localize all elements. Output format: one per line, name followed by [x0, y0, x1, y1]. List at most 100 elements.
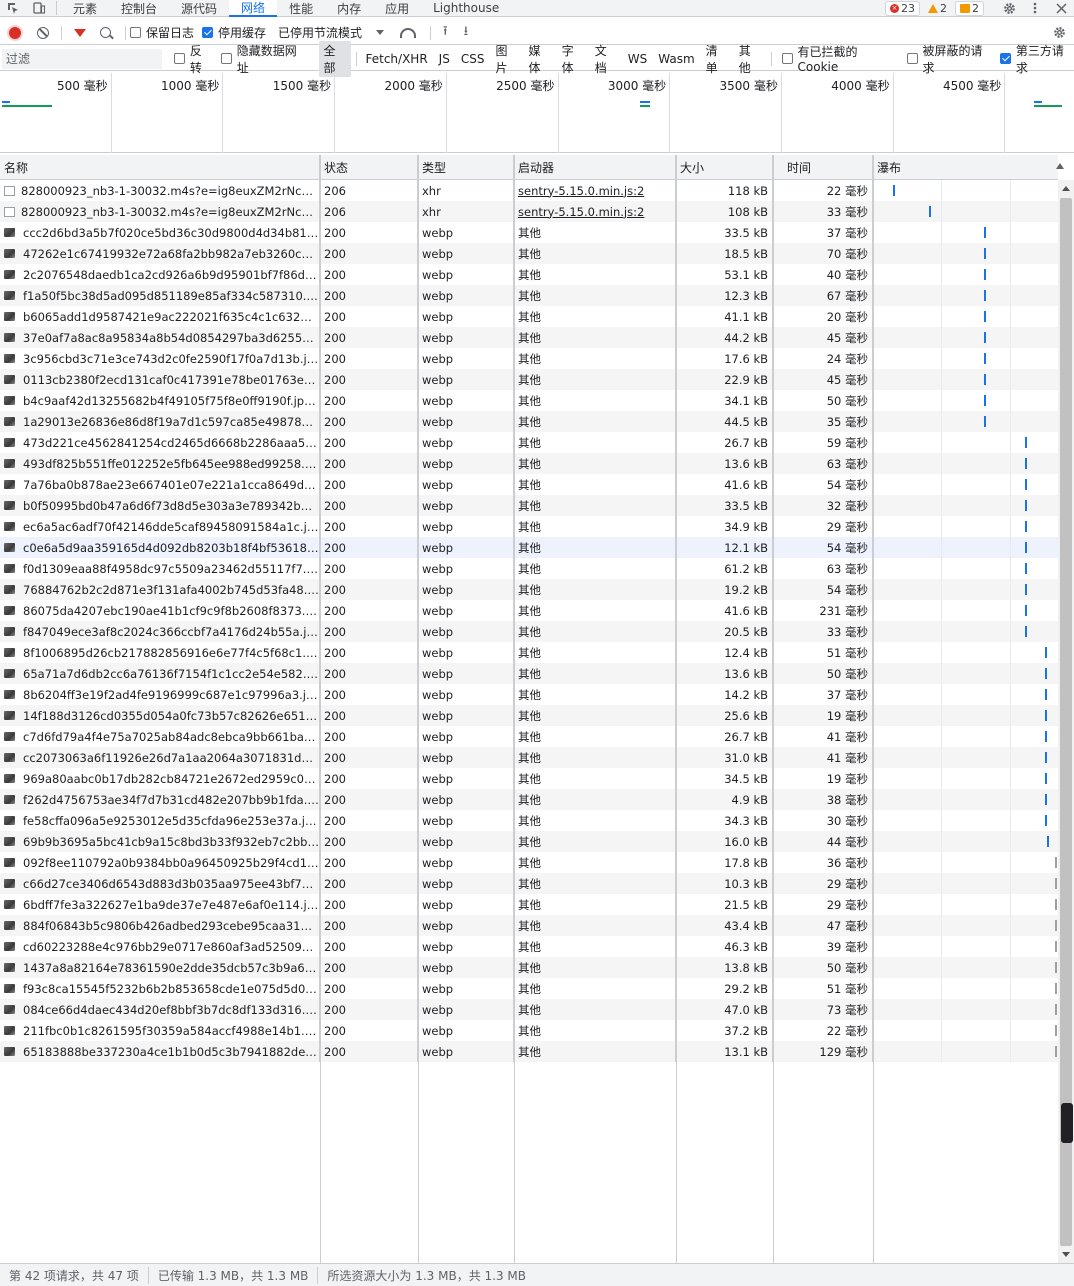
name-cell[interactable]: fe58cffa096a5e9253012e5d35cfda96e253e37a… — [0, 810, 320, 831]
name-cell[interactable]: 1a29013e26836e86d8f19a7d1c597ca85e49878b… — [0, 411, 320, 432]
device-toolbar-icon[interactable] — [26, 0, 52, 17]
table-row[interactable]: 3c956cbd3c71e3ce743d2c0fe2590f17f0a7d13b… — [0, 348, 1058, 369]
table-row[interactable]: f262d4756753ae34f7d7b31cd482e207bb9b1fda… — [0, 789, 1058, 810]
network-conditions-icon[interactable] — [400, 27, 417, 38]
column-header-time[interactable]: 时间 — [773, 155, 873, 180]
search-icon[interactable] — [100, 27, 111, 38]
table-row[interactable]: 2c2076548daedb1ca2cd926a6b9d95901bf7f86d… — [0, 264, 1058, 285]
initiator-cell-text[interactable]: sentry-5.15.0.min.js:2 — [518, 205, 644, 219]
name-cell[interactable]: 211fbc0b1c8261595f30359a584accf4988e14b1… — [0, 1020, 320, 1041]
warning-badge[interactable]: 2 — [924, 1, 951, 16]
filter-icon[interactable] — [74, 28, 86, 37]
name-cell[interactable]: 092f8ee110792a0b9384bb0a96450925b29f4cd1… — [0, 852, 320, 873]
name-cell[interactable]: b4c9aaf42d13255682b4f49105f75f8e0ff9190f… — [0, 390, 320, 411]
checkbox-box[interactable] — [174, 53, 185, 64]
initiator-cell-text[interactable]: sentry-5.15.0.min.js:2 — [518, 184, 644, 198]
more-options-icon[interactable] — [1022, 0, 1048, 17]
type-filter-8[interactable]: WS — [623, 51, 652, 67]
name-cell[interactable]: b6065add1d9587421e9ac222021f635c4c1c6326… — [0, 306, 320, 327]
checkbox-box[interactable] — [906, 53, 918, 64]
name-cell[interactable]: 0113cb2380f2ecd131caf0c417391e78be01763e… — [0, 369, 320, 390]
name-cell[interactable]: 969a80aabc0b17db282cb84721e2672ed2959c0a… — [0, 768, 320, 789]
checkbox-box[interactable] — [130, 27, 141, 38]
name-cell[interactable]: 69b9b3695a5bc41cb9a15c8bd3b33f932eb7c2bb… — [0, 831, 320, 852]
table-row[interactable]: 828000923_nb3-1-30032.m4s?e=ig8euxZM2rNc… — [0, 180, 1058, 201]
name-cell[interactable]: 8f1006895d26cb217882856916e6e77f4c5f68c1… — [0, 642, 320, 663]
type-filter-9[interactable]: Wasm — [653, 51, 699, 67]
table-row[interactable]: 37e0af7a8ac8a95834a8b54d0854297ba3d62555… — [0, 327, 1058, 348]
table-row[interactable]: 1437a8a82164e78361590e2dde35dcb57c3b9a64… — [0, 957, 1058, 978]
drawer-handle[interactable] — [1061, 1103, 1073, 1143]
name-cell[interactable]: ccc2d6bd3a5b7f020ce5bd36c30d9800d4d34b81… — [0, 222, 320, 243]
table-row[interactable]: 084ce66d4daec434d20ef8bbf3b7dc8df133d316… — [0, 999, 1058, 1020]
name-cell[interactable]: 65a71a7d6db2cc6a76136f7154f1c1cc2e54e582… — [0, 663, 320, 684]
blocked-cookies-checkbox[interactable]: 有已拦截的 Cookie — [781, 43, 899, 74]
name-cell[interactable]: 2c2076548daedb1ca2cd926a6b9d95901bf7f86d… — [0, 264, 320, 285]
issues-badge[interactable]: 2 — [955, 0, 984, 16]
type-filter-2[interactable]: JS — [434, 51, 455, 67]
table-row[interactable]: 884f06843b5c9806b426adbed293cebe95caa31b… — [0, 915, 1058, 936]
table-row[interactable]: 0113cb2380f2ecd131caf0c417391e78be01763e… — [0, 369, 1058, 390]
table-row[interactable]: ccc2d6bd3a5b7f020ce5bd36c30d9800d4d34b81… — [0, 222, 1058, 243]
name-cell[interactable]: c66d27ce3406d6543d883d3b035aa975ee43bf77… — [0, 873, 320, 894]
table-row[interactable]: ec6a5ac6adf70f42146dde5caf89458091584a1c… — [0, 516, 1058, 537]
table-row[interactable]: 69b9b3695a5bc41cb9a15c8bd3b33f932eb7c2bb… — [0, 831, 1058, 852]
tab-7[interactable]: Lighthouse — [421, 0, 511, 17]
name-cell[interactable]: 884f06843b5c9806b426adbed293cebe95caa31b… — [0, 915, 320, 936]
table-row[interactable]: 14f188d3126cd0355d054a0fc73b57c82626e651… — [0, 705, 1058, 726]
checkbox-box[interactable] — [221, 53, 232, 64]
name-cell[interactable]: 473d221ce4562841254cd2465d6668b2286aaa5c… — [0, 432, 320, 453]
table-row[interactable]: 86075da4207ebc190ae41b1cf9c9f8b2608f8373… — [0, 600, 1058, 621]
throttling-select[interactable]: 已停用节流模式 — [278, 24, 385, 41]
hide-data-urls-checkbox[interactable]: 隐藏数据网址 — [221, 42, 306, 76]
type-filter-4[interactable]: 图片 — [490, 41, 522, 77]
error-badge[interactable]: × 23 — [885, 0, 920, 16]
clear-icon[interactable] — [37, 26, 49, 39]
sort-ascending-icon[interactable] — [1056, 163, 1064, 169]
name-cell[interactable]: 6bdff7fe3a322627e1ba9de37e7e487e6af0e114… — [0, 894, 320, 915]
table-row[interactable]: fe58cffa096a5e9253012e5d35cfda96e253e37a… — [0, 810, 1058, 831]
tab-0[interactable]: 元素 — [61, 0, 109, 17]
name-cell[interactable]: 65183888be337230a4ce1b1b0d5c3b7941882dee… — [0, 1041, 320, 1062]
blocked-requests-checkbox[interactable]: 被屏蔽的请求 — [906, 42, 992, 76]
name-cell[interactable]: cc2073063a6f11926e26d7a1aa2064a3071831de… — [0, 747, 320, 768]
table-row[interactable]: cd60223288e4c976bb29e0717e860af3ad525090… — [0, 936, 1058, 957]
invert-checkbox[interactable]: 反转 — [174, 42, 213, 76]
table-row[interactable]: f93c8ca15545f5232b6b2b853658cde1e075d5d0… — [0, 978, 1058, 999]
type-filter-11[interactable]: 其他 — [734, 41, 766, 77]
name-cell[interactable]: 14f188d3126cd0355d054a0fc73b57c82626e651… — [0, 705, 320, 726]
close-icon[interactable] — [1048, 0, 1074, 17]
third-party-checkbox[interactable]: 第三方请求 — [1000, 42, 1074, 76]
name-cell[interactable]: c0e6a5d9aa359165d4d092db8203b18f4bf53618… — [0, 537, 320, 558]
name-cell[interactable]: f0d1309eaa88f4958dc97c5509a23462d55117f7… — [0, 558, 320, 579]
tab-1[interactable]: 控制台 — [109, 0, 169, 17]
tab-2[interactable]: 源代码 — [169, 0, 229, 17]
initiator-cell[interactable]: sentry-5.15.0.min.js:2 — [514, 180, 676, 201]
name-cell[interactable]: cd60223288e4c976bb29e0717e860af3ad525090… — [0, 936, 320, 957]
column-header-size[interactable]: 大小 — [676, 155, 773, 180]
name-cell[interactable]: 86075da4207ebc190ae41b1cf9c9f8b2608f8373… — [0, 600, 320, 621]
type-filter-1[interactable]: Fetch/XHR — [361, 51, 433, 67]
column-header-name[interactable]: 名称 — [0, 155, 320, 180]
checkbox-box-checked[interactable] — [1000, 53, 1011, 64]
name-cell[interactable]: f93c8ca15545f5232b6b2b853658cde1e075d5d0… — [0, 978, 320, 999]
name-cell[interactable]: ec6a5ac6adf70f42146dde5caf89458091584a1c… — [0, 516, 320, 537]
table-row[interactable]: cc2073063a6f11926e26d7a1aa2064a3071831de… — [0, 747, 1058, 768]
table-row[interactable]: 092f8ee110792a0b9384bb0a96450925b29f4cd1… — [0, 852, 1058, 873]
scrollbar-thumb[interactable] — [1060, 198, 1072, 1246]
type-filter-5[interactable]: 媒体 — [524, 41, 556, 77]
table-row[interactable]: b6065add1d9587421e9ac222021f635c4c1c6326… — [0, 306, 1058, 327]
name-cell[interactable]: 3c956cbd3c71e3ce743d2c0fe2590f17f0a7d13b… — [0, 348, 320, 369]
table-row[interactable]: 969a80aabc0b17db282cb84721e2672ed2959c0a… — [0, 768, 1058, 789]
table-row[interactable]: 211fbc0b1c8261595f30359a584accf4988e14b1… — [0, 1020, 1058, 1041]
table-row[interactable]: 65183888be337230a4ce1b1b0d5c3b7941882dee… — [0, 1041, 1058, 1062]
table-row[interactable]: 828000923_nb3-1-30032.m4s?e=ig8euxZM2rNc… — [0, 201, 1058, 222]
network-settings-gear-icon[interactable] — [1046, 24, 1072, 41]
table-row[interactable]: 473d221ce4562841254cd2465d6668b2286aaa5c… — [0, 432, 1058, 453]
name-cell[interactable]: 828000923_nb3-1-30032.m4s?e=ig8euxZM2rNc… — [0, 201, 320, 222]
table-row[interactable]: 47262e1c67419932e72a68fa2bb982a7eb3260ce… — [0, 243, 1058, 264]
name-cell[interactable]: 828000923_nb3-1-30032.m4s?e=ig8euxZM2rNc… — [0, 180, 320, 201]
inspect-element-icon[interactable] — [0, 0, 26, 17]
name-cell[interactable]: f262d4756753ae34f7d7b31cd482e207bb9b1fda… — [0, 789, 320, 810]
column-header-waterfall[interactable]: 瀑布 — [873, 155, 1058, 180]
